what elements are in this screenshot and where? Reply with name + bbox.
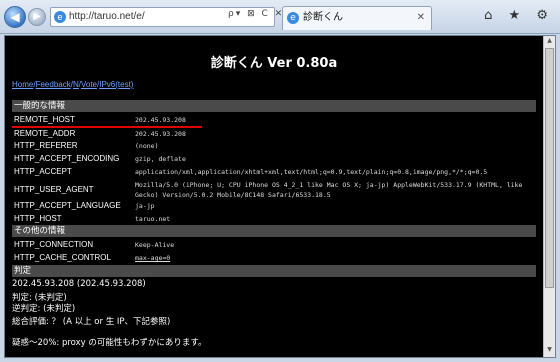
row-value: gzip, deflate xyxy=(135,155,186,163)
row-key: REMOTE_ADDR xyxy=(14,129,76,138)
row-key: HTTP_CONNECTION xyxy=(14,240,94,249)
section-general: 一般的な情報 xyxy=(12,100,536,112)
link-feedback[interactable]: Feedback xyxy=(36,80,71,89)
row-remote-host: REMOTE_HOST 202.45.93.208 xyxy=(12,114,536,126)
row-key: HTTP_ACCEPT_ENCODING xyxy=(14,154,120,163)
judge-ip: 202.45.93.208 (202.45.93.208) xyxy=(12,279,146,289)
tab-active[interactable]: e 診断くん ✕ xyxy=(282,6,432,30)
row-key: HTTP_HOST xyxy=(14,214,62,223)
tab-label: 診断くん xyxy=(303,12,343,23)
row-http-connection: HTTP_CONNECTION Keep-Alive xyxy=(12,239,536,251)
row-key: REMOTE_HOST xyxy=(14,115,75,124)
row-key: HTTP_CACHE_CONTROL xyxy=(14,253,111,262)
section-judge: 判定 xyxy=(12,265,536,277)
judge-overall: 総合評価: ？ (A 以上 or 生 IP、下記参照) xyxy=(12,317,171,327)
nav-links: Home/Feedback/N/Vote/IPv6(test) xyxy=(12,80,134,89)
row-http-accept-encoding: HTTP_ACCEPT_ENCODING gzip, deflate xyxy=(12,153,536,165)
row-key: HTTP_ACCEPT_LANGUAGE xyxy=(14,201,121,210)
vertical-scrollbar[interactable]: ▲ ▼ xyxy=(543,36,555,357)
row-value: Keep-Alive xyxy=(135,241,175,249)
scroll-thumb[interactable] xyxy=(545,48,554,288)
forward-button[interactable]: ▶ xyxy=(28,8,46,26)
row-http-accept-language: HTTP_ACCEPT_LANGUAGE ja-jp xyxy=(12,200,536,212)
row-remote-addr: REMOTE_ADDR 202.45.93.208 xyxy=(12,128,536,140)
row-http-user-agent: HTTP_USER_AGENT Mozilla/5.0 (iPhone; U; … xyxy=(12,179,536,201)
link-ipv6[interactable]: IPv6(test) xyxy=(99,80,133,89)
address-tools-icons[interactable]: ρ▾ ⊠ C ✕ xyxy=(228,9,284,19)
browser-toolbar: ◀ ▶ e http://taruo.net/e/ ρ▾ ⊠ C ✕ e 診断く… xyxy=(0,0,560,34)
row-http-cache-control: HTTP_CACHE_CONTROL max-age=0 xyxy=(12,252,536,264)
row-value: max-age=0 xyxy=(135,254,171,262)
tab-close-icon[interactable]: ✕ xyxy=(417,7,425,29)
scroll-down-icon[interactable]: ▼ xyxy=(545,346,554,356)
ie-page-icon: e xyxy=(54,11,66,23)
section-other: その他の情報 xyxy=(12,225,536,237)
row-value: 202.45.93.208 xyxy=(135,130,186,138)
address-text: http://taruo.net/e/ xyxy=(69,11,145,22)
page-content: 診断くん Ver 0.80a Home/Feedback/N/Vote/IPv6… xyxy=(5,36,543,357)
back-button[interactable]: ◀ xyxy=(4,6,26,28)
row-http-accept: HTTP_ACCEPT application/xml,application/… xyxy=(12,166,536,178)
row-http-referer: HTTP_REFERER (none) xyxy=(12,140,536,152)
page-title: 診断くん Ver 0.80a xyxy=(210,56,338,71)
row-value: ja-jp xyxy=(135,202,155,210)
tab-favicon-icon: e xyxy=(287,12,299,24)
row-key: HTTP_REFERER xyxy=(14,141,78,150)
link-home[interactable]: Home xyxy=(12,80,33,89)
scroll-up-icon[interactable]: ▲ xyxy=(545,37,554,47)
row-value: (none) xyxy=(135,142,159,150)
row-key: HTTP_ACCEPT xyxy=(14,167,72,176)
row-value: 202.45.93.208 xyxy=(135,116,186,124)
home-favorites-tools-icons[interactable]: ⌂ ★ ⚙ xyxy=(484,8,554,23)
judge-reverse: 逆判定: (未判定) xyxy=(12,304,76,314)
page-viewport: 診断くん Ver 0.80a Home/Feedback/N/Vote/IPv6… xyxy=(4,35,556,358)
row-value: Mozilla/5.0 (iPhone; U; CPU iPhone OS 4_… xyxy=(135,181,523,199)
judge-proxy-note: 疑惑〜20%: proxy の可能性もわずかにあります。 xyxy=(12,338,207,348)
row-key: HTTP_USER_AGENT xyxy=(14,185,94,194)
row-value: taruo.net xyxy=(135,215,171,223)
row-http-host: HTTP_HOST taruo.net xyxy=(12,213,536,225)
link-vote[interactable]: Vote xyxy=(81,80,97,89)
row-value: application/xml,application/xhtml+xml,te… xyxy=(135,168,488,176)
